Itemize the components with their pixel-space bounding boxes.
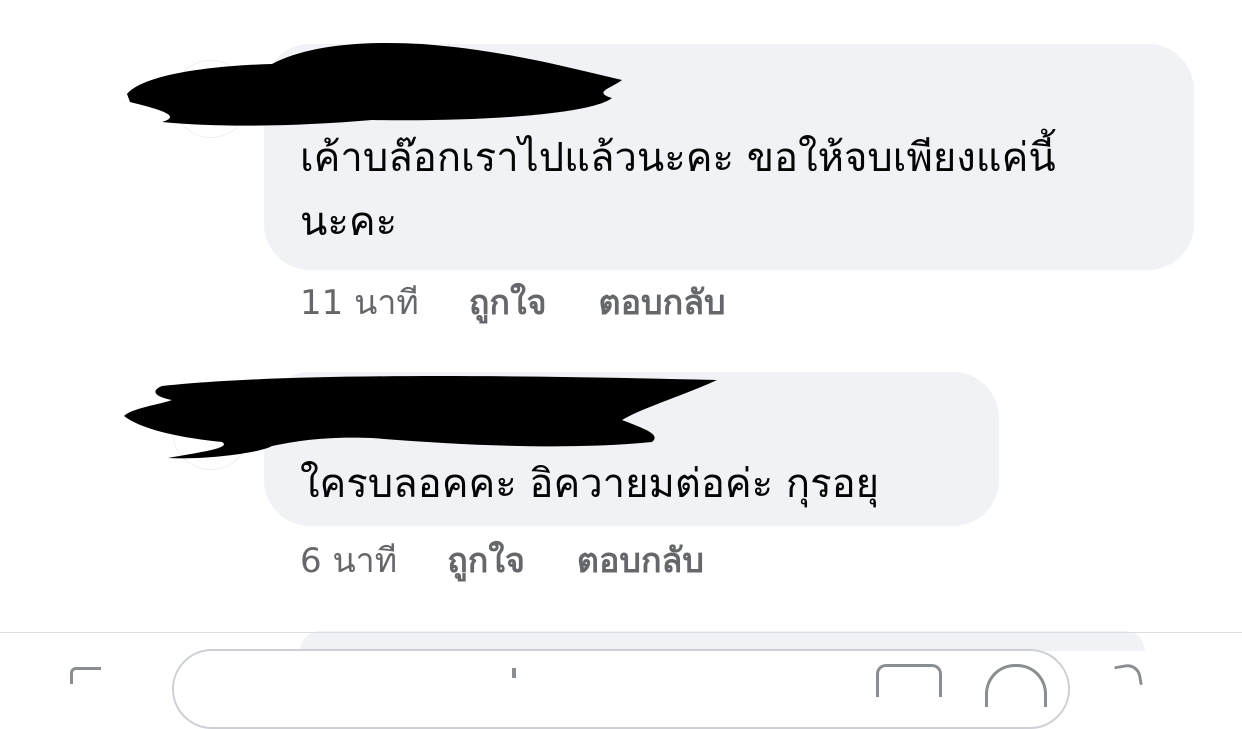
input-caret [512,668,516,678]
comment-time: 6 นาที [300,541,398,581]
next-comment-bubble [300,631,1145,651]
composer-divider [0,632,1242,633]
redacted-author-name [124,376,717,459]
sticker-icon[interactable] [1114,662,1143,689]
like-button[interactable]: ถูกใจ [447,533,525,587]
camera-icon[interactable] [70,667,101,684]
reply-button[interactable]: ตอบกลับ [577,533,704,587]
comment-meta: 6 นาที ถูกใจ ตอบกลับ [300,538,704,582]
comment-text: ใครบลอคคะ อิควายมต่อค่ะ กุรอยุ [300,461,880,507]
gif-icon[interactable] [876,664,942,697]
comment-2: ใครบลอคคะ อิควายมต่อค่ะ กุรอยุ 6 นาที ถู… [0,0,1242,600]
